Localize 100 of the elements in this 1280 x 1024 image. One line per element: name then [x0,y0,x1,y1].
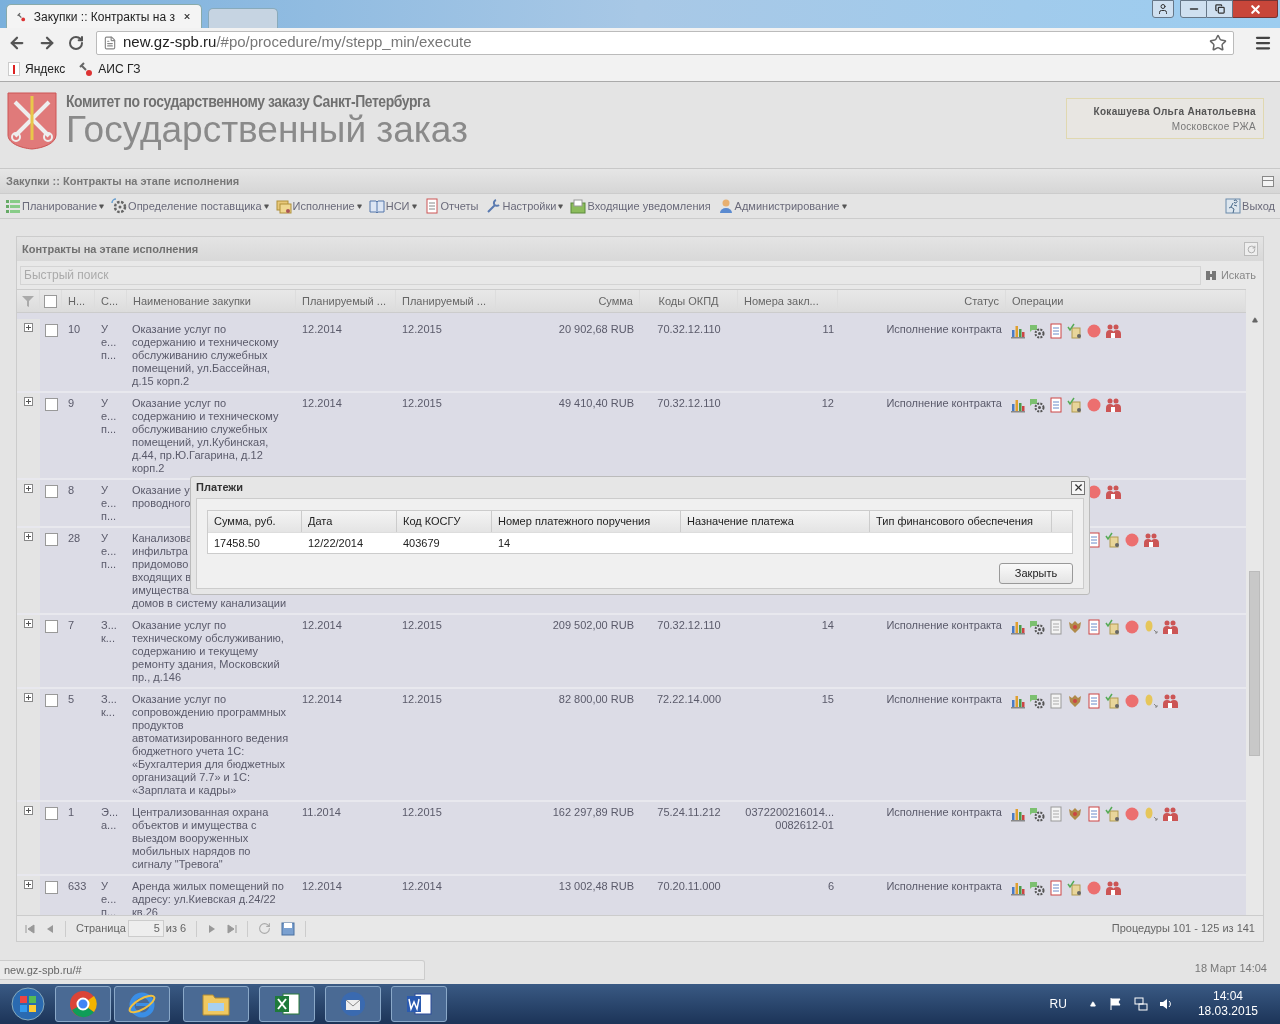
column-header[interactable]: Сумма, руб. [208,511,302,532]
checkbox[interactable] [44,533,58,546]
show-hidden-icons[interactable] [1089,1001,1096,1007]
taskbar-app-button[interactable] [325,986,381,1022]
clock[interactable]: 14:04 18.03.2015 [1197,989,1258,1019]
column-header[interactable]: Дата [302,511,397,532]
taskbar-app-button[interactable] [259,986,315,1022]
menu-item[interactable]: Входящие уведомления [570,197,711,215]
scrollbar-thumb[interactable] [1249,571,1260,756]
menu-item[interactable]: Исполнение [275,197,362,215]
bar-chart-icon[interactable] [1010,619,1026,635]
column-header[interactable]: Н... [62,290,95,312]
expand-icon[interactable] [24,397,33,406]
emblem-icon[interactable] [1067,693,1083,709]
stop-icon[interactable] [1086,323,1102,339]
document-icon[interactable] [1048,397,1064,413]
checked-document-icon[interactable] [1105,806,1121,822]
bar-chart-icon[interactable] [1010,397,1026,413]
stop-icon[interactable] [1086,397,1102,413]
checked-document-icon[interactable] [1105,532,1121,548]
expand-icon[interactable] [24,484,33,493]
expand-icon[interactable] [24,619,33,628]
bar-chart-icon[interactable] [1010,323,1026,339]
people-icon[interactable] [1105,484,1121,500]
speaker-icon[interactable] [1158,997,1173,1011]
stop-icon[interactable] [1086,880,1102,896]
scroll-up-arrow-icon[interactable] [1251,317,1258,323]
gear-icon[interactable] [1029,806,1045,822]
people-icon[interactable] [1105,397,1121,413]
first-page-icon[interactable] [25,923,35,934]
save-icon[interactable] [281,921,296,936]
document-icon[interactable] [1086,619,1102,635]
column-header[interactable]: Назначение платежа [681,511,870,532]
close-button[interactable] [1071,480,1085,495]
minimize-button[interactable] [1180,0,1207,18]
stop-icon[interactable] [1124,532,1140,548]
column-header[interactable]: Код КОСГУ [397,511,492,532]
last-page-icon[interactable] [227,923,238,934]
gear-icon[interactable] [1029,397,1045,413]
menu-item[interactable]: Отчеты [423,197,479,215]
checked-document-icon[interactable] [1067,880,1083,896]
menu-item[interactable]: Планирование [5,197,105,215]
checkbox[interactable] [44,620,58,633]
bar-chart-icon[interactable] [1010,693,1026,709]
checked-document-icon[interactable] [1067,323,1083,339]
expand-icon[interactable] [24,880,33,889]
menu-item[interactable]: Администрирование [717,197,847,215]
taskbar-app-button[interactable] [114,986,170,1022]
bookmark-star-icon[interactable] [1209,33,1227,52]
gear-icon[interactable] [1029,693,1045,709]
people-icon[interactable] [1162,619,1178,635]
column-header[interactable]: Сумма [496,290,640,312]
column-header[interactable]: Планируемый ... [396,290,496,312]
taskbar-app-button[interactable] [55,986,111,1022]
expand-icon[interactable] [24,693,33,702]
close-dialog-button[interactable]: Закрыть [999,563,1073,584]
column-header[interactable]: Наименование закупки [127,290,296,312]
gear-icon[interactable] [1029,619,1045,635]
column-header[interactable]: Тип финансового обеспечения [870,511,1052,532]
column-header[interactable]: Операции [1006,290,1246,312]
checkbox[interactable] [44,324,58,337]
checkbox[interactable] [44,485,58,498]
stop-icon[interactable] [1124,619,1140,635]
search-button[interactable]: Искать [1204,266,1260,284]
gear-icon[interactable] [1029,323,1045,339]
bookmark-link[interactable]: АИС ГЗ [79,60,141,78]
column-header[interactable]: Номера закл... [738,290,838,312]
logout-link[interactable]: Выход [1225,197,1275,215]
restore-button[interactable] [1207,0,1233,18]
stop-icon[interactable] [1124,693,1140,709]
previous-page-icon[interactable] [45,923,55,934]
language-indicator[interactable]: RU [1049,995,1067,1013]
document-icon[interactable] [1048,323,1064,339]
taskbar-app-button[interactable] [183,986,249,1022]
profile-button[interactable] [1152,0,1174,18]
column-header[interactable]: С... [95,290,127,312]
expand-icon[interactable] [24,806,33,815]
close-button[interactable] [1233,0,1278,18]
bar-chart-icon[interactable] [1010,880,1026,896]
refresh-icon[interactable] [258,922,272,935]
menu-item[interactable]: НСИ [368,197,417,215]
people-icon[interactable] [1105,880,1121,896]
filter-icon[interactable] [21,294,35,308]
checkbox[interactable] [44,694,58,707]
people-icon[interactable] [1143,532,1159,548]
menu-item[interactable]: Настройки [485,197,564,215]
document-icon[interactable] [1048,880,1064,896]
checked-document-icon[interactable] [1105,693,1121,709]
checked-document-icon[interactable] [1067,397,1083,413]
emblem-icon[interactable] [1067,806,1083,822]
address-field[interactable]: new.gz-spb.ru/#po/procedure/my/stepp_min/execute [96,30,1234,55]
refresh-button[interactable] [1244,242,1258,256]
column-header[interactable]: Статус [838,290,1006,312]
reload-icon[interactable] [68,34,84,51]
bar-chart-icon[interactable] [1010,806,1026,822]
people-icon[interactable] [1162,806,1178,822]
menu-item[interactable]: Определение поставщика [111,197,269,215]
column-header[interactable]: Коды ОКПД [640,290,738,312]
quick-search-field[interactable]: Быстрый поиск [20,265,1201,285]
flag-icon[interactable] [1108,997,1123,1011]
